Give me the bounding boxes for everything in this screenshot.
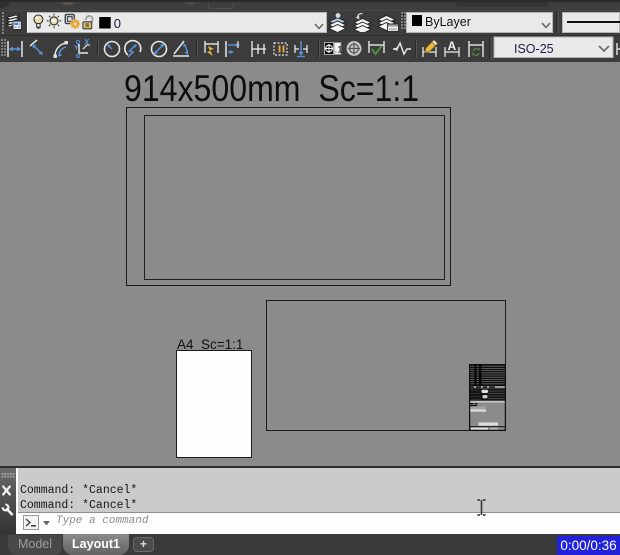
- svg-text:ISO-25: ISO-25: [514, 42, 554, 56]
- svg-text:Y: Y: [74, 45, 79, 52]
- svg-text:0: 0: [113, 16, 120, 31]
- svg-text:X: X: [84, 38, 90, 47]
- svg-text:.1: .1: [335, 45, 343, 56]
- svg-text:A: A: [448, 39, 457, 53]
